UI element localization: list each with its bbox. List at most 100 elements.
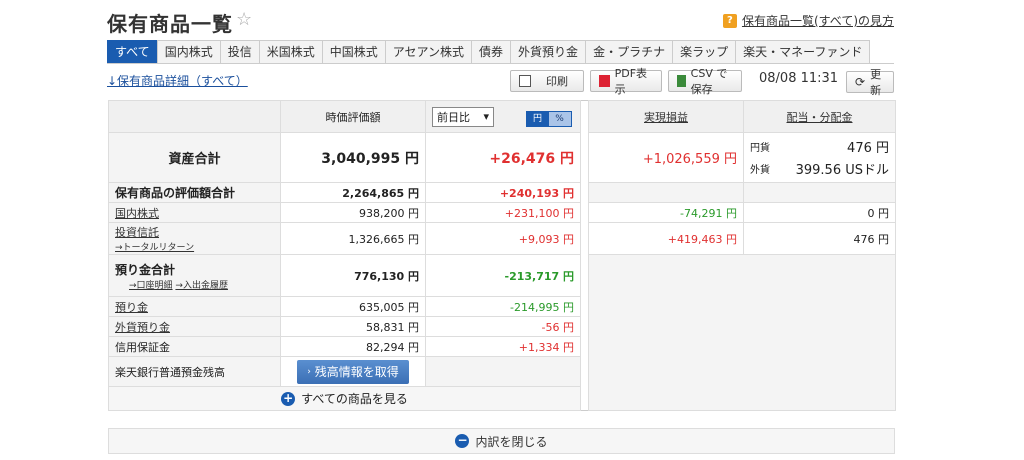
close-breakdown-label: 内訳を閉じる: [475, 434, 548, 449]
domestic-link[interactable]: 国内株式: [115, 207, 159, 220]
margin-change: +1,334 円: [425, 336, 581, 357]
holdings-total-value: 2,264,865 円: [280, 182, 426, 203]
print-icon: [519, 75, 531, 87]
last-updated-time: 08/08 11:31: [759, 71, 839, 86]
tab-funds[interactable]: 投信: [219, 40, 260, 63]
margin-value: 82,294 円: [280, 336, 426, 357]
table-row: 保有商品の評価額合計 2,264,865 円 +240,193 円: [108, 182, 896, 203]
tab-rakuwrap[interactable]: 楽ラップ: [672, 40, 737, 63]
print-button[interactable]: 印刷: [510, 70, 584, 92]
csv-button[interactable]: CSV で保存: [668, 67, 742, 96]
pdf-label: PDF表示: [614, 67, 648, 96]
bank-change-empty: [425, 356, 581, 387]
deposit-value: 635,005 円: [280, 296, 426, 317]
tab-all[interactable]: すべて: [107, 40, 158, 63]
cashflow-history-link[interactable]: →入出金履歴: [175, 281, 228, 291]
header-compare: 前日比 ▾ 円 %: [425, 100, 581, 133]
total-label: 資産合計: [108, 132, 281, 183]
total-change: +26,476 円: [425, 132, 581, 183]
unit-yen-button[interactable]: 円: [526, 111, 549, 126]
tab-asean-stock[interactable]: アセアン株式: [384, 40, 473, 63]
chevron-down-icon: ▾: [483, 110, 489, 123]
deposit-label-cell: 預り金: [108, 296, 281, 317]
dividends-link[interactable]: 配当・分配金: [787, 111, 853, 124]
fx-deposit-value: 58,831 円: [280, 316, 426, 337]
fx-deposit-label-cell: 外貨預り金: [108, 316, 281, 337]
header-market-value: 時価評価額: [280, 100, 426, 133]
div-yen-value: 476 円: [847, 141, 889, 156]
total-return-link[interactable]: →トータルリターン: [115, 240, 274, 253]
funds-value: 1,326,665 円: [280, 222, 426, 255]
deposit-total-change: -213,717 円: [425, 254, 581, 297]
minus-circle-icon: −: [455, 433, 470, 448]
arrow-right-icon: ›: [307, 366, 311, 377]
unit-toggle: 円 %: [525, 110, 572, 127]
funds-dividend: 476 円: [743, 222, 896, 255]
tab-china-stock[interactable]: 中国株式: [321, 40, 386, 63]
deposit-change: -214,995 円: [425, 296, 581, 317]
get-balance-label: 残高情報を取得: [314, 365, 399, 379]
account-detail-link[interactable]: →口座明細: [129, 281, 173, 291]
holdings-total-label: 保有商品の評価額合計: [108, 182, 281, 203]
get-balance-button[interactable]: › 残高情報を取得: [297, 359, 409, 384]
div-fx-value: 399.56 USドル: [795, 163, 889, 178]
funds-change: +9,093 円: [425, 222, 581, 255]
realized-link[interactable]: 実現損益: [644, 111, 688, 124]
bank-balance-label: 楽天銀行普通預金残高: [108, 356, 281, 387]
compare-select-value: 前日比: [437, 110, 470, 124]
margin-label: 信用保証金: [108, 336, 281, 357]
domestic-value: 938,200 円: [280, 202, 426, 223]
help-link-text[interactable]: 保有商品一覧(すべて)の見方: [742, 12, 894, 29]
show-all-row[interactable]: + すべての商品を見る: [108, 386, 581, 411]
help-link[interactable]: ? 保有商品一覧(すべて)の見方: [722, 12, 894, 29]
close-breakdown-button[interactable]: − 内訳を閉じる: [108, 428, 895, 454]
plus-circle-icon: +: [281, 390, 296, 406]
domestic-dividend: 0 円: [743, 202, 896, 223]
deposit-link[interactable]: 預り金: [115, 301, 148, 314]
page-title: 保有商品一覧: [107, 12, 233, 36]
table-row: 投資信託 →トータルリターン 1,326,665 円 +9,093 円 +419…: [108, 222, 896, 255]
header-realized: 実現損益: [588, 100, 744, 133]
tab-fx-deposit[interactable]: 外貨預り金: [510, 40, 587, 63]
bank-button-cell: › 残高情報を取得: [280, 356, 426, 387]
total-value: 3,040,995 円: [280, 132, 426, 183]
div-fx-label: 外貨: [750, 165, 770, 176]
funds-realized: +419,463 円: [588, 222, 744, 255]
help-icon: ?: [722, 13, 737, 28]
tab-gold-platinum[interactable]: 金・プラチナ: [585, 40, 674, 63]
deposit-total-value: 776,130 円: [280, 254, 426, 297]
favorite-star-icon[interactable]: ☆: [236, 9, 252, 30]
pdf-icon: [599, 75, 610, 87]
tab-domestic-stock[interactable]: 国内株式: [156, 40, 221, 63]
holdings-total-change: +240,193 円: [425, 182, 581, 203]
table-row: 国内株式 938,200 円 +231,100 円 -74,291 円 0 円: [108, 202, 896, 223]
funds-label-cell: 投資信託 →トータルリターン: [108, 222, 281, 255]
funds-link[interactable]: 投資信託: [115, 226, 159, 239]
refresh-label: 更新: [870, 68, 882, 97]
compare-select[interactable]: 前日比 ▾: [432, 106, 494, 127]
tab-us-stock[interactable]: 米国株式: [258, 40, 323, 63]
holdings-detail-link[interactable]: ↓保有商品詳細（すべて）: [107, 72, 248, 89]
deposit-total-label-cell: 預り金合計 →口座明細 →入出金履歴: [108, 254, 281, 297]
div-yen-label: 円貨: [750, 143, 770, 154]
refresh-button[interactable]: ⟳ 更新: [846, 68, 894, 97]
domestic-realized: -74,291 円: [588, 202, 744, 223]
fx-deposit-link[interactable]: 外貨預り金: [115, 321, 170, 334]
fx-deposit-change: -56 円: [425, 316, 581, 337]
pdf-button[interactable]: PDF表示: [590, 67, 662, 96]
show-all-label: すべての商品を見る: [301, 392, 408, 406]
tab-bonds[interactable]: 債券: [471, 40, 512, 63]
holdings-total-dividend: [743, 182, 896, 203]
refresh-icon: ⟳: [855, 75, 866, 89]
table-row: 預り金合計 →口座明細 →入出金履歴 776,130 円 -213,717 円: [108, 254, 896, 411]
print-label: 印刷: [546, 75, 568, 88]
product-tabs: すべて 国内株式 投信 米国株式 中国株式 アセアン株式 債券 外貨預り金 金・…: [107, 40, 894, 64]
header-dividends: 配当・分配金: [743, 100, 896, 133]
right-empty-area: [588, 254, 896, 411]
domestic-change: +231,100 円: [425, 202, 581, 223]
csv-label: CSV で保存: [690, 67, 728, 96]
unit-pct-button[interactable]: %: [548, 111, 571, 126]
tab-money-fund[interactable]: 楽天・マネーファンド: [735, 40, 871, 63]
total-realized: +1,026,559 円: [588, 132, 744, 183]
domestic-label-cell: 国内株式: [108, 202, 281, 223]
